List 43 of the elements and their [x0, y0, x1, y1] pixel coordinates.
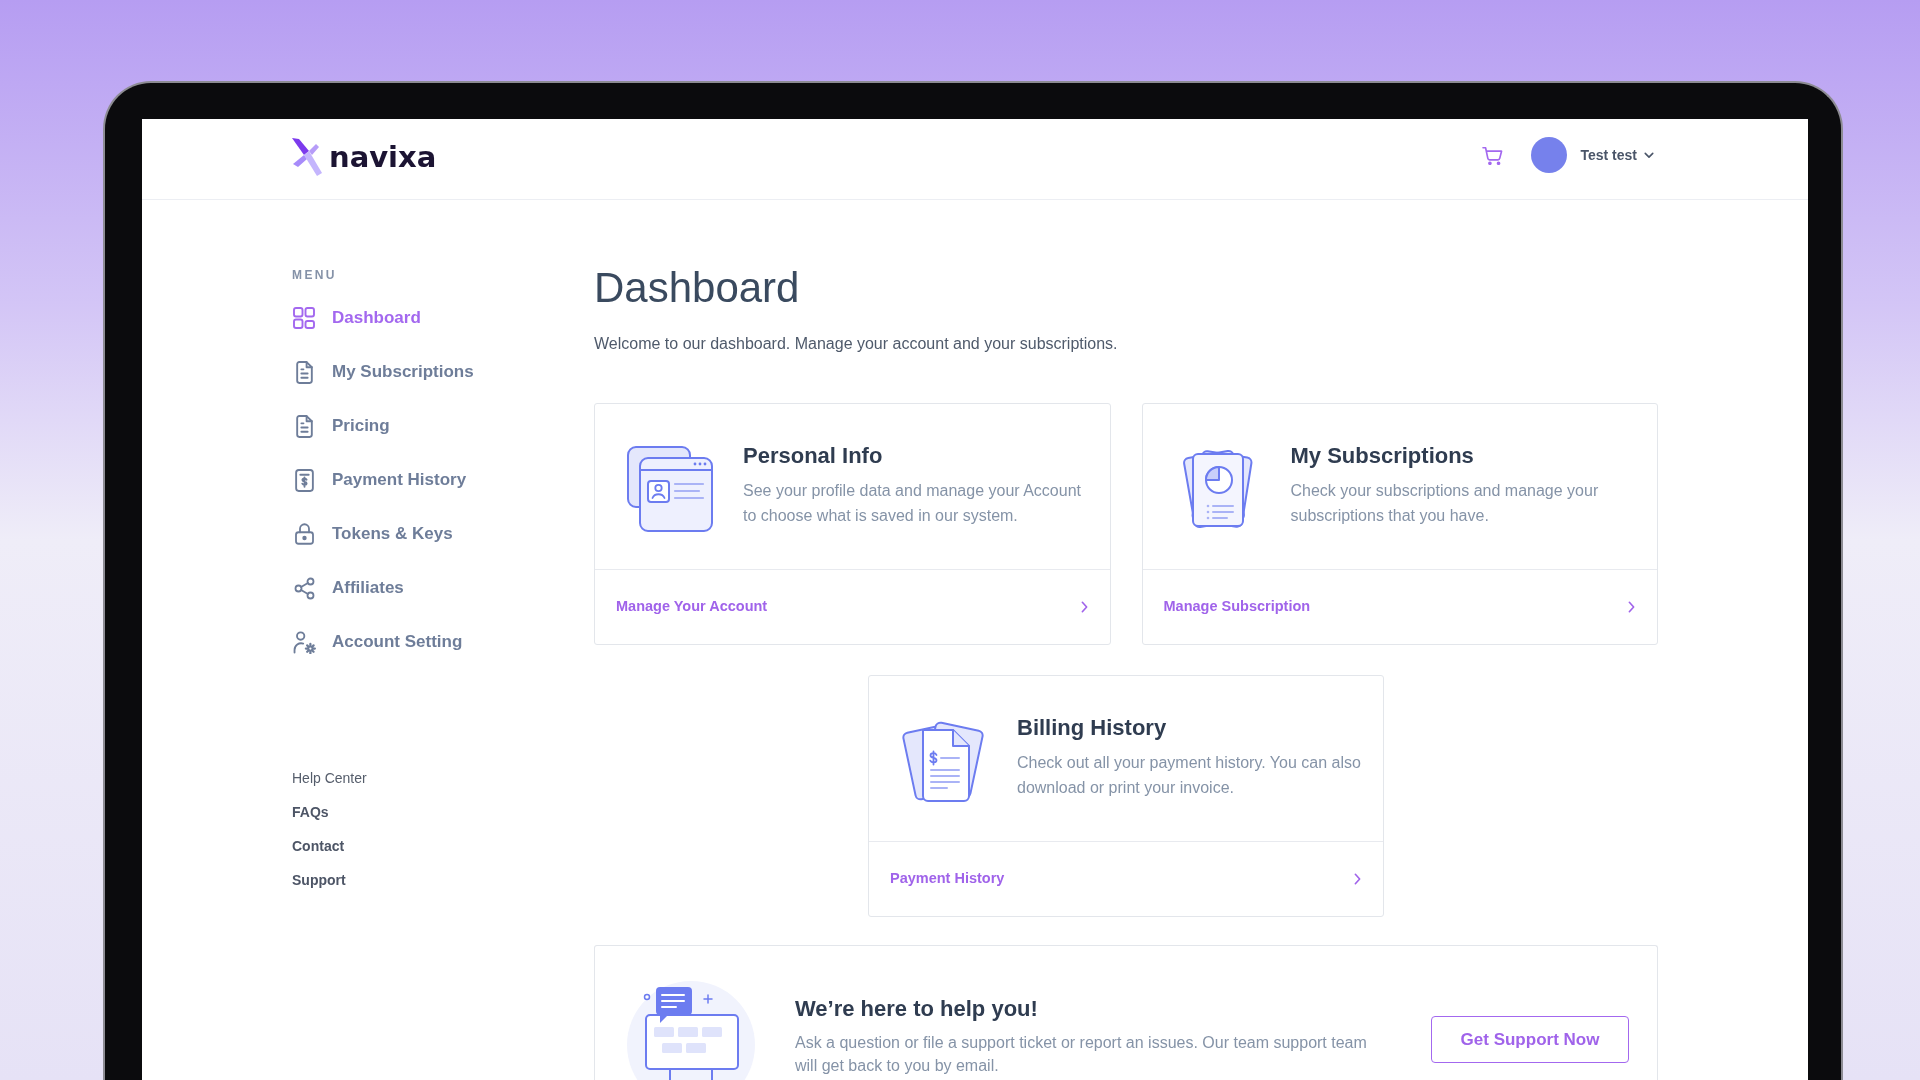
- sidebar-menu-item[interactable]: Dashboard: [292, 303, 421, 333]
- document-icon: [295, 414, 313, 438]
- card-description: Check out all your payment history. You can also download or print your invoice.: [1017, 753, 1362, 798]
- sidebar-menu-item[interactable]: Payment History: [292, 465, 467, 495]
- help-link[interactable]: FAQs: [292, 802, 329, 822]
- chevron-down-icon: [1644, 151, 1654, 159]
- grid-icon: [293, 307, 315, 329]
- chevron-right-icon[interactable]: [1628, 601, 1635, 613]
- support-description: Ask a question or file a support ticket or report an issues. Our team support team will get back to you by email.: [795, 1033, 1368, 1076]
- page-title: Dashboard: [594, 263, 800, 313]
- chevron-right-icon[interactable]: [1080, 601, 1088, 613]
- sidebar-menu-item[interactable]: Affiliates: [292, 573, 404, 603]
- sidebar-menu-item[interactable]: Tokens & Keys: [292, 519, 453, 549]
- sidebar-menu-item[interactable]: My Subscriptions: [292, 357, 474, 387]
- help-link[interactable]: Contact: [292, 836, 345, 856]
- help-link[interactable]: Support: [292, 870, 346, 890]
- user-menu-button[interactable]: Test test: [1531, 137, 1654, 173]
- card-description: Check your subscriptions and manage your subscriptions that you have.: [1290, 481, 1600, 526]
- card-link[interactable]: Manage Your Account: [616, 596, 768, 618]
- receipt-icon: [294, 468, 314, 492]
- card-link[interactable]: Manage Subscription: [1163, 596, 1311, 618]
- user-gear-icon: [292, 630, 316, 654]
- logo-icon: [292, 138, 322, 176]
- lock-icon: [294, 523, 314, 545]
- help-heading: Help Center: [292, 769, 367, 788]
- profile-windows-icon: [627, 446, 713, 532]
- avatar-icon: [1531, 137, 1568, 173]
- get-support-button[interactable]: Get Support Now: [1431, 1016, 1629, 1063]
- card-title: My Subscriptions: [1290, 442, 1474, 470]
- page-subtitle: Welcome to our dashboard. Manage your account and your subscriptions.: [594, 334, 1118, 354]
- card-link[interactable]: Payment History: [890, 868, 1005, 890]
- card-title: Billing History: [1017, 714, 1167, 742]
- document-icon: [295, 360, 313, 384]
- logo-text: navixa: [329, 140, 437, 174]
- cart-icon[interactable]: [1482, 145, 1504, 165]
- sidebar-menu-item[interactable]: Pricing: [292, 411, 390, 441]
- sidebar-menu-item[interactable]: Account Setting: [292, 627, 463, 657]
- share-icon: [293, 576, 315, 600]
- menu-heading: MENU: [292, 267, 337, 283]
- chevron-right-icon[interactable]: [1354, 873, 1361, 885]
- card-description: See your profile data and manage your Account to choose what is saved in our system.: [743, 481, 1082, 526]
- card-title: Personal Info: [743, 442, 883, 470]
- support-title: We’re here to help you!: [795, 995, 1038, 1023]
